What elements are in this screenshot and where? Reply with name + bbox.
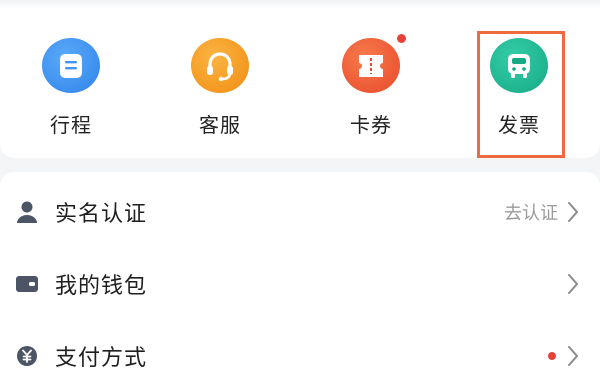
coupon-shortcut[interactable]: 卡券	[311, 34, 431, 138]
payment-label: 支付方式	[55, 346, 148, 371]
payment-row[interactable]: 支付方式	[0, 321, 600, 391]
service-icon-circle	[191, 38, 249, 93]
coupon-badge-dot	[397, 34, 406, 43]
verify-label: 实名认证	[55, 202, 148, 227]
wallet-icon	[14, 271, 40, 297]
service-label: 客服	[199, 113, 241, 137]
payment-right	[548, 345, 580, 367]
verify-hint: 去认证	[504, 203, 558, 224]
invoice-highlight-frame	[477, 31, 565, 158]
chevron-right-icon	[568, 346, 578, 366]
trip-label: 行程	[50, 113, 92, 137]
shortcut-panel: 行程 客服 卡券 发票	[0, 0, 600, 158]
verify-row[interactable]: 实名认证 去认证	[0, 177, 600, 247]
service-shortcut[interactable]: 客服	[160, 38, 280, 138]
payment-badge-dot	[548, 352, 556, 360]
coupon-label: 卡券	[350, 113, 392, 137]
settings-list: 实名认证 去认证 我的钱包 支付方式	[0, 172, 600, 391]
chevron-right-icon	[568, 202, 578, 222]
person-icon	[14, 199, 40, 225]
trip-shortcut[interactable]: 行程	[11, 38, 131, 138]
document-icon	[60, 53, 82, 78]
trip-icon-circle	[42, 38, 100, 93]
verify-right: 去认证	[504, 199, 580, 225]
wallet-label: 我的钱包	[55, 274, 148, 299]
yuan-icon	[14, 343, 40, 369]
ticket-icon	[359, 54, 383, 77]
wallet-right	[566, 273, 580, 295]
chevron-right-icon	[568, 274, 578, 294]
coupon-icon-circle	[342, 34, 406, 93]
headset-icon	[207, 51, 233, 81]
wallet-row[interactable]: 我的钱包	[0, 249, 600, 319]
